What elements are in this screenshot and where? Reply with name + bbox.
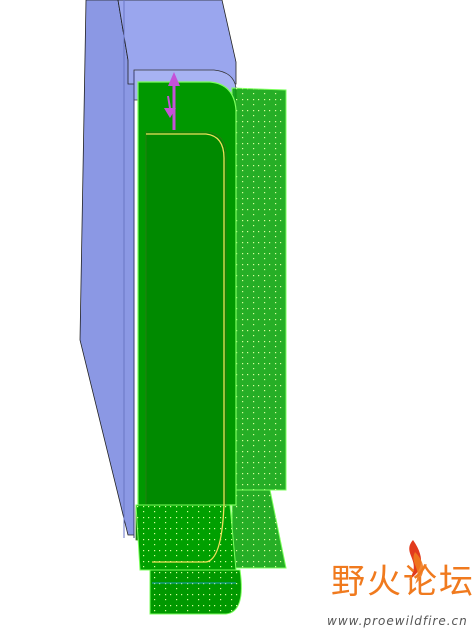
green-surface[interactable] [135, 81, 237, 541]
bottom-flange[interactable] [135, 504, 242, 615]
offset-surface[interactable] [231, 87, 287, 569]
watermark-url: www.proewildfire.cn [327, 614, 468, 628]
watermark-chinese: 野火论坛 [331, 562, 473, 602]
forum-watermark: 野火论坛 www.proewildfire.cn [255, 540, 473, 638]
